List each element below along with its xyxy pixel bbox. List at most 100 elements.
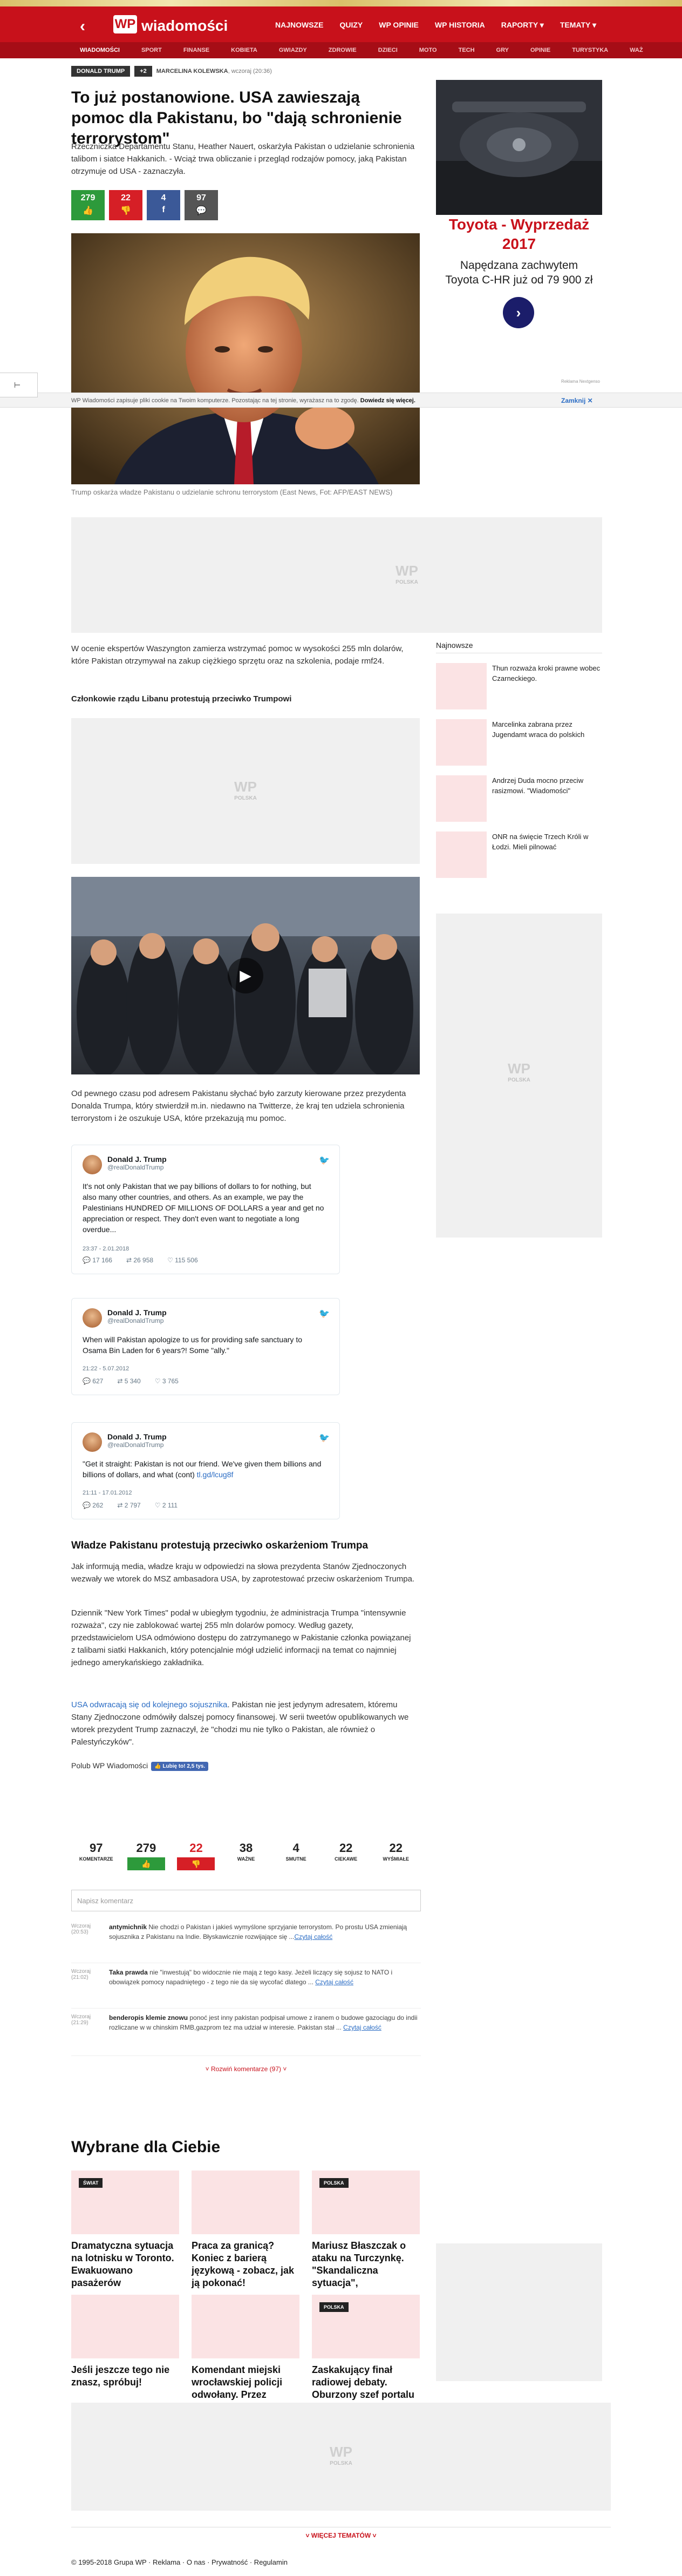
read-more-link[interactable]: Czytaj całość	[295, 1933, 333, 1941]
publish-date: , wczoraj (20:36)	[228, 68, 272, 75]
section-tech[interactable]: TECH	[459, 47, 475, 53]
tweet-handle[interactable]: @realDonaldTrump	[107, 1441, 167, 1449]
stat-comments[interactable]: 97 KOMENTARZE	[71, 1841, 121, 1870]
tweet-time[interactable]: 21:22 - 5.07.2012	[83, 1365, 129, 1372]
recommended-card[interactable]: POLSKA Mariusz Błaszczak o ataku na Turc…	[312, 2171, 420, 2289]
sidebar-ad-placeholder-2[interactable]	[436, 2243, 602, 2381]
recommended-card[interactable]: ŚWIAT Dramatyczna sytuacja na lotnisku w…	[71, 2171, 179, 2289]
sidebar-ad-placeholder[interactable]: WP POLSKA	[436, 914, 602, 1238]
play-icon[interactable]: ▶	[228, 958, 263, 993]
tweet-link[interactable]: tl.gd/lcug8f	[197, 1470, 234, 1479]
stat-upvotes[interactable]: 279 👍	[121, 1841, 172, 1870]
card-title: Dramatyczna sytuacja na lotnisku w Toron…	[71, 2240, 174, 2288]
latest-item[interactable]: Andrzej Duda mocno przeciw rasizmowi. "W…	[436, 775, 602, 822]
recommended-card[interactable]: Jeśli jeszcze tego nie znasz, spróbuj!	[71, 2295, 179, 2389]
stat-downvotes[interactable]: 22 👎	[171, 1841, 221, 1870]
twitter-bird-icon[interactable]: 🐦	[319, 1308, 330, 1319]
reply-icon[interactable]: 💬 627	[83, 1377, 103, 1385]
latest-item[interactable]: Thun rozważa kroki prawne wobec Czarneck…	[436, 663, 602, 709]
downvote-button[interactable]: 22 👎	[109, 190, 142, 220]
section-dzieci[interactable]: DZIECI	[378, 47, 398, 53]
nav-item-najnowsze[interactable]: NAJNOWSZE	[275, 21, 323, 33]
tweet-embed[interactable]: Donald J. Trump @realDonaldTrump 🐦 "Get i…	[71, 1422, 340, 1519]
section-finanse[interactable]: FINANSE	[183, 47, 209, 53]
like-icon[interactable]: ♡ 3 765	[155, 1377, 179, 1385]
upvote-button[interactable]: 279 👍	[71, 190, 105, 220]
site-name[interactable]: wiadomości	[141, 17, 228, 35]
stat-wysmiale[interactable]: 22 WYŚMIAŁE	[371, 1841, 421, 1870]
section-gry[interactable]: GRY	[496, 47, 509, 53]
ad-placeholder-1[interactable]: WP POLSKA	[71, 517, 602, 633]
comment-author[interactable]: benderopis klemie znowu	[109, 2014, 188, 2021]
recommended-card[interactable]: Praca za granicą? Koniec z barierą język…	[192, 2171, 299, 2289]
comments-button[interactable]: 97 💬	[185, 190, 218, 220]
subheading-1[interactable]: Członkowie rządu Libanu protestują przec…	[71, 694, 417, 704]
section-wiadomosci[interactable]: WIADOMOŚCI	[80, 47, 120, 53]
reply-icon[interactable]: 💬 262	[83, 1502, 103, 1509]
cookie-more-link[interactable]: Dowiedz się więcej.	[360, 397, 415, 404]
section-gwiazdy[interactable]: GWIAZDY	[279, 47, 307, 53]
comment-author[interactable]: antymichnik	[109, 1923, 147, 1931]
section-zdrowie[interactable]: ZDROWIE	[329, 47, 357, 53]
latest-item[interactable]: Marcelinka zabrana przez Jugendamt wraca…	[436, 719, 602, 766]
nav-item-wp-opinie[interactable]: WP OPINIE	[379, 21, 419, 33]
wp-logo[interactable]: WP	[113, 15, 137, 33]
tweet-handle[interactable]: @realDonaldTrump	[107, 1164, 167, 1171]
facebook-like-button[interactable]: 👍 Lubię to! 2,5 tys.	[151, 1761, 209, 1771]
section-turystyka[interactable]: TURYSTYKA	[572, 47, 608, 53]
reply-icon[interactable]: 💬 17 166	[83, 1256, 112, 1264]
tweet-embed[interactable]: Donald J. Trump @realDonaldTrump 🐦 When w…	[71, 1298, 340, 1395]
retweet-icon[interactable]: ⇄ 2 797	[117, 1502, 140, 1509]
arrow-left-icon[interactable]: ‹	[80, 17, 85, 36]
sidebar-ad[interactable]: Toyota - Wyprzedaż 2017 Napędzana zachwy…	[436, 80, 602, 388]
comment-count: 97	[196, 193, 206, 202]
recommended-card[interactable]: POLSKA Zaskakujący finał radiowej debaty…	[312, 2295, 420, 2401]
topic-tag[interactable]: DONALD TRUMP	[71, 66, 131, 77]
tweet-time[interactable]: 23:37 - 2.01.2018	[83, 1246, 129, 1252]
topic-tag-more[interactable]: +2	[134, 66, 152, 77]
card-image: ŚWIAT	[71, 2171, 179, 2234]
expand-comments-button[interactable]: ˅ Rozwiń komentarze (97) ˅	[71, 2065, 421, 2073]
article-title: To już postanowione. USA zawieszają pomo…	[71, 89, 402, 147]
comment-author[interactable]: Taka prawda	[109, 1969, 148, 1976]
recommended-card[interactable]: Komendant miejski wrocławskiej policji o…	[192, 2295, 299, 2401]
tweet-time[interactable]: 21:11 - 17.01.2012	[83, 1490, 132, 1496]
tweet-handle[interactable]: @realDonaldTrump	[107, 1317, 167, 1324]
section-sport[interactable]: SPORT	[141, 47, 162, 53]
retweet-icon[interactable]: ⇄ 26 958	[126, 1256, 153, 1264]
latest-item[interactable]: ONR na święcie Trzech Króli w Łodzi. Mie…	[436, 831, 602, 878]
like-icon[interactable]: ♡ 115 506	[167, 1256, 198, 1264]
read-more-link[interactable]: Czytaj całość	[315, 1978, 353, 1986]
twitter-bird-icon[interactable]: 🐦	[319, 1432, 330, 1443]
comment-body: Nie chodzi o Pakistan i jakieś wymyślone…	[109, 1923, 407, 1941]
stat-ciekawe[interactable]: 22 CIEKAWE	[321, 1841, 371, 1870]
reply-count: 627	[92, 1377, 104, 1385]
section-kobieta[interactable]: KOBIETA	[231, 47, 257, 53]
nav-item-tematy[interactable]: TEMATY ▾	[560, 21, 596, 33]
section-waz[interactable]: WAŻ	[630, 47, 643, 53]
nav-item-quizy[interactable]: QUIZY	[339, 21, 363, 33]
stat-wazne[interactable]: 38 WAŻNE	[221, 1841, 271, 1870]
comment-input[interactable]: Napisz komentarz	[71, 1890, 421, 1911]
ad-placeholder-2[interactable]: WP POLSKA	[71, 718, 420, 864]
cookie-close-button[interactable]: Zamknij ✕	[561, 397, 593, 404]
related-article-link[interactable]: USA odwracają się od kolejnego sojusznik…	[71, 1700, 227, 1709]
author-name[interactable]: MARCELINA KOLEWSKA	[156, 68, 228, 75]
nav-item-raporty[interactable]: RAPORTY ▾	[501, 21, 544, 33]
stat-smutne[interactable]: 4 SMUTNE	[271, 1841, 321, 1870]
tweet-embed[interactable]: Donald J. Trump @realDonaldTrump 🐦 It's n…	[71, 1145, 340, 1274]
more-topics-button[interactable]: ˅ WIĘCEJ TEMATÓW ˅	[71, 2527, 611, 2539]
side-tab-icon: ⊢	[14, 381, 21, 389]
floating-side-tab[interactable]: ⊢	[0, 373, 38, 397]
section-opinie[interactable]: OPINIE	[530, 47, 550, 53]
ad-arrow-right-icon[interactable]: ›	[503, 297, 534, 328]
read-more-link[interactable]: Czytaj całość	[343, 2024, 381, 2031]
facebook-share-button[interactable]: 4f	[147, 190, 180, 220]
like-icon[interactable]: ♡ 2 111	[155, 1502, 178, 1509]
nav-item-wp-historia[interactable]: WP HISTORIA	[435, 21, 485, 33]
ad-placeholder-bottom[interactable]: WP POLSKA	[71, 2403, 611, 2511]
footer-links[interactable]: © 1995-2018 Grupa WP · Reklama · O nas ·…	[71, 2558, 288, 2566]
retweet-icon[interactable]: ⇄ 5 340	[117, 1377, 140, 1385]
section-moto[interactable]: MOTO	[419, 47, 437, 53]
twitter-bird-icon[interactable]: 🐦	[319, 1155, 330, 1166]
